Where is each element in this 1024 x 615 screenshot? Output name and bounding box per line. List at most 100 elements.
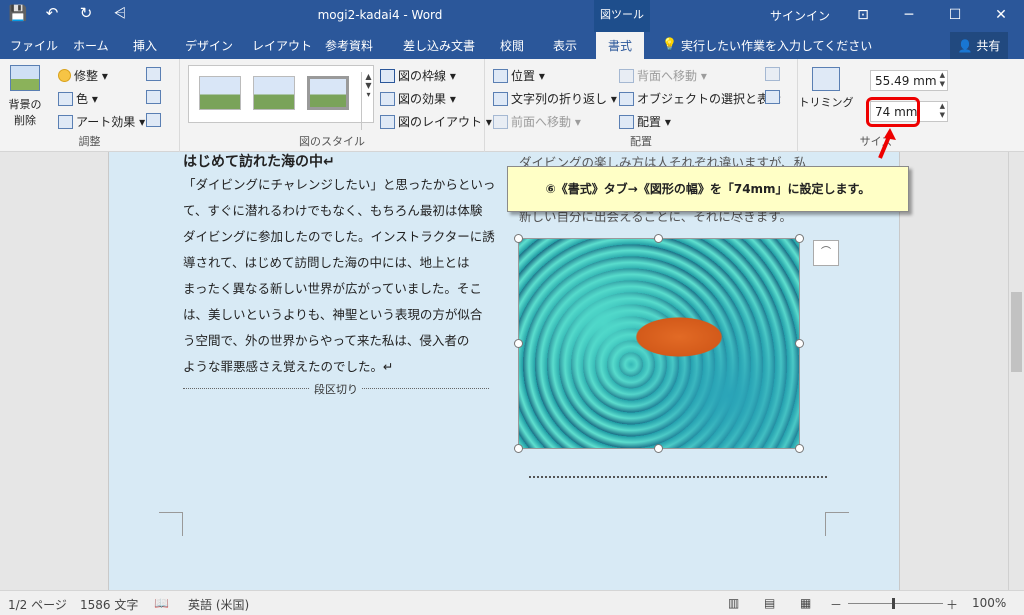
tell-me-box[interactable]: 💡 実行したい作業を入力してください — [662, 37, 872, 54]
close-icon[interactable]: ✕ — [978, 0, 1024, 32]
align-button[interactable]: 配置 ▾ — [619, 113, 671, 130]
resize-handle-s[interactable] — [654, 444, 663, 453]
remove-background-button[interactable]: 背景の 削除 — [6, 65, 44, 128]
zoom-out-icon[interactable]: － — [830, 596, 842, 613]
tab-design[interactable]: デザイン — [185, 37, 233, 54]
zoom-slider[interactable] — [848, 603, 943, 604]
tab-mailings[interactable]: 差し込み文書 — [403, 37, 475, 54]
picture-styles-label: 図のスタイル — [299, 135, 365, 148]
change-picture-button[interactable] — [146, 90, 161, 104]
body-line: は、美しいというよりも、神聖という表現の方が似合 — [183, 307, 483, 322]
lightbulb-icon: 💡 — [662, 37, 677, 51]
bring-forward-button[interactable]: 前面へ移動 ▾ — [493, 113, 581, 130]
send-backward-button[interactable]: 背面へ移動 ▾ — [619, 67, 707, 84]
web-layout-icon[interactable]: ▦ — [800, 596, 811, 610]
selection-pane-button[interactable]: オブジェクトの選択と表示 — [619, 90, 781, 107]
signin-link[interactable]: サインイン — [770, 7, 830, 24]
corrections-button[interactable]: 修整 ▾ — [58, 67, 108, 84]
tab-view[interactable]: 表示 — [553, 37, 577, 54]
resize-handle-e[interactable] — [795, 339, 804, 348]
picture-effects-label: 図の効果 ▾ — [398, 92, 456, 106]
shape-height-value: 55.49 mm — [875, 74, 937, 88]
arrange-group: 位置 ▾ 文字列の折り返し ▾ 前面へ移動 ▾ 背面へ移動 ▾ オブジェクトの選… — [485, 59, 798, 152]
tab-file[interactable]: ファイル — [10, 37, 58, 54]
artistic-effects-icon — [58, 114, 73, 129]
zoom-slider-thumb[interactable] — [892, 598, 895, 609]
resize-handle-nw[interactable] — [514, 234, 523, 243]
clownfish-picture[interactable] — [518, 238, 800, 449]
tab-layout[interactable]: レイアウト — [252, 37, 312, 54]
tab-insert[interactable]: 挿入 — [133, 37, 157, 54]
tab-format[interactable]: 書式 — [596, 32, 645, 59]
group-objects-button[interactable] — [765, 67, 780, 81]
body-line: ダイビングに参加したのでした。インストラクターに誘 — [183, 229, 495, 244]
resize-handle-sw[interactable] — [514, 444, 523, 453]
shape-height-field[interactable]: 55.49 mm ▲ ▼ — [870, 70, 948, 91]
read-mode-icon[interactable]: ▥ — [728, 596, 739, 610]
selection-pane-icon — [619, 91, 634, 106]
vertical-scrollbar[interactable] — [1008, 152, 1024, 590]
layout-options-icon[interactable]: ⌒ — [813, 240, 839, 266]
style-thumb-3[interactable] — [307, 76, 349, 110]
document-area: はじめて訪れた海の中↵ 「ダイビングにチャレンジしたい」と思ったからといっ て、… — [0, 152, 1008, 590]
bring-forward-label: 前面へ移動 ▾ — [511, 115, 581, 129]
picture-layout-button[interactable]: 図のレイアウト ▾ — [380, 113, 492, 130]
minimize-icon[interactable]: ─ — [886, 0, 932, 32]
picture-tools-context-label: 図ツール — [594, 0, 650, 32]
reset-picture-button[interactable] — [146, 113, 161, 127]
color-button[interactable]: 色 ▾ — [58, 90, 98, 107]
crop-button[interactable]: トリミング — [799, 67, 854, 110]
proofing-icon[interactable]: 📖 — [154, 596, 169, 610]
artistic-effects-button[interactable]: アート効果 ▾ — [58, 113, 145, 130]
bring-forward-icon — [493, 114, 508, 129]
tab-review[interactable]: 校閲 — [500, 37, 524, 54]
print-layout-icon[interactable]: ▤ — [764, 596, 775, 610]
artistic-effects-label: アート効果 ▾ — [76, 115, 146, 129]
zoom-in-icon[interactable]: ＋ — [946, 596, 958, 613]
height-spin-arrows[interactable]: ▲ ▼ — [940, 71, 945, 89]
instruction-callout: ⑥《書式》タブ→《図形の幅》を「74mm」に設定します。 — [507, 166, 909, 212]
column-end-line — [529, 476, 827, 478]
tab-home[interactable]: ホーム — [73, 37, 109, 54]
scroll-thumb[interactable] — [1011, 292, 1022, 372]
section-break: 段区切り — [183, 383, 489, 396]
width-highlight-box — [866, 97, 920, 127]
resize-handle-w[interactable] — [514, 339, 523, 348]
pen-icon — [380, 68, 395, 83]
person-icon: 👤 — [957, 39, 973, 53]
word-count[interactable]: 1586 文字 — [80, 596, 138, 613]
ribbon-display-options-icon[interactable]: ⊡ — [840, 0, 886, 32]
gallery-scroll[interactable]: ▲ ▼ ▾ — [361, 72, 375, 130]
margin-corner-right — [825, 512, 849, 536]
column-left: はじめて訪れた海の中↵ 「ダイビングにチャレンジしたい」と思ったからといっ て、… — [183, 152, 495, 380]
change-picture-icon — [146, 90, 161, 104]
position-button[interactable]: 位置 ▾ — [493, 67, 545, 84]
maximize-icon[interactable]: ☐ — [932, 0, 978, 32]
compress-pictures-button[interactable] — [146, 67, 161, 81]
picture-styles-group: ▲ ▼ ▾ 図の枠線 ▾ 図の効果 ▾ 図のレイアウト ▾ 図のスタイル — [180, 59, 492, 152]
style-thumb-1[interactable] — [199, 76, 241, 110]
width-spin-arrows[interactable]: ▲ ▼ — [940, 102, 945, 120]
resize-handle-ne[interactable] — [795, 234, 804, 243]
align-icon — [619, 114, 634, 129]
resize-handle-se[interactable] — [795, 444, 804, 453]
body-line: て、すぐに潜れるわけでもなく、もちろん最初は体験 — [183, 203, 483, 218]
picture-styles-gallery[interactable]: ▲ ▼ ▾ — [188, 65, 374, 130]
share-button[interactable]: 👤 共有 — [950, 32, 1008, 59]
position-icon — [493, 68, 508, 83]
position-label: 位置 ▾ — [511, 69, 545, 83]
color-icon — [58, 91, 73, 106]
margin-corner-left — [159, 512, 183, 536]
style-thumb-2[interactable] — [253, 76, 295, 110]
picture-border-button[interactable]: 図の枠線 ▾ — [380, 67, 456, 84]
language[interactable]: 英語 (米国) — [188, 596, 249, 613]
adjust-group-label: 調整 — [78, 135, 101, 148]
tab-references[interactable]: 参考資料 — [325, 37, 373, 54]
picture-effects-button[interactable]: 図の効果 ▾ — [380, 90, 456, 107]
resize-handle-n[interactable] — [654, 234, 663, 243]
rotate-button[interactable] — [765, 90, 780, 104]
zoom-level[interactable]: 100% — [972, 596, 1006, 610]
wrap-text-button[interactable]: 文字列の折り返し ▾ — [493, 90, 617, 107]
compress-icon — [146, 67, 161, 81]
page-count[interactable]: 1/2 ページ — [8, 596, 67, 613]
